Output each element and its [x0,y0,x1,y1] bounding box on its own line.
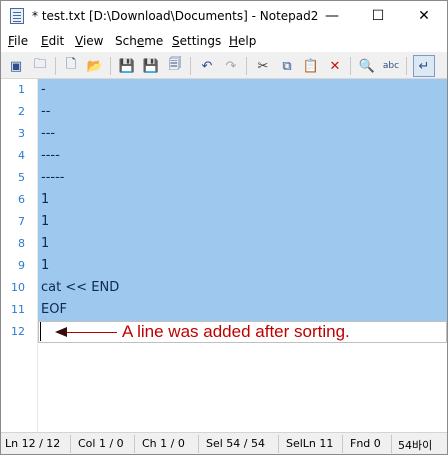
line-text[interactable]: EOF [38,299,447,321]
status-bar: Ln 12 / 12 Col 1 / 0 Ch 1 / 0 Sel 54 / 5… [1,432,447,454]
editor-line[interactable]: 91 [1,255,447,277]
menu-settings[interactable]: Settings [172,34,221,48]
toolbar-separator [110,57,111,75]
editor-line[interactable]: 1- [1,79,447,101]
save-as-icon[interactable]: 💾 [140,55,162,77]
editor-line[interactable]: 71 [1,211,447,233]
editor-line[interactable]: 2 -- [1,101,447,123]
undo-icon[interactable]: ↶ [196,55,218,77]
annotation-text: A line was added after sorting. [122,322,350,341]
line-number: 2 [18,105,25,118]
find-icon[interactable]: 🔍 [356,55,378,77]
cut-icon[interactable]: ✂ [252,55,274,77]
editor-line[interactable]: 5 ----- [1,167,447,189]
menu-bar: File Edit View Scheme Settings Help [1,32,447,52]
status-divider [342,435,343,453]
editor-line[interactable]: 3 --- [1,123,447,145]
menu-view[interactable]: View [75,34,103,48]
editor-area[interactable]: 1-2 -- 3 --- 4 ---- 5 ----- 6 1 7 1 8 1 9 1 10 cat << END… [1,79,447,432]
new-window-icon[interactable]: ▣ [5,55,27,77]
toolbar-separator [190,57,191,75]
maximize-button[interactable]: ☐ [355,1,401,32]
text-caret [40,322,41,341]
save-all-icon[interactable]: 🗐 [164,55,186,77]
menu-file[interactable]: File [8,34,28,48]
status-divider [391,435,392,453]
line-number: 7 [18,215,25,228]
status-divider [134,435,135,453]
editor-line[interactable]: 10 cat << END [1,277,447,299]
copy-icon[interactable]: ⧉ [276,55,298,77]
redo-icon[interactable]: ↷ [220,55,242,77]
status-divider [198,435,199,453]
delete-icon[interactable]: ✕ [324,55,346,77]
save-icon[interactable]: 💾 [116,55,138,77]
word-wrap-icon[interactable]: ↵ [413,55,435,77]
menu-scheme[interactable]: Scheme [115,34,163,48]
line-number: 10 [11,281,25,294]
window-title: * test.txt [D:\Download\Documents] - Not… [32,9,319,23]
title-bar[interactable]: * test.txt [D:\Download\Documents] - Not… [1,1,447,32]
line-text[interactable]: 1 [38,211,447,233]
status-divider [278,435,279,453]
status-char: Ch 1 / 0 [142,437,185,450]
toolbar-separator [406,57,407,75]
status-size: 54바이 [398,439,433,452]
status-find-count: Fnd 0 [350,437,381,450]
line-number: 9 [18,259,25,272]
line-number: 12 [11,325,25,338]
editor-line[interactable]: 61 [1,189,447,211]
line-text[interactable]: ---- [38,145,447,167]
replace-icon[interactable]: abc [380,55,402,77]
toolbar-separator [350,57,351,75]
line-number: 11 [11,303,25,316]
line-text[interactable]: - [38,79,447,101]
line-text[interactable]: cat << END [38,277,447,299]
toolbar-separator [246,57,247,75]
toolbar: ▣ 🗀 🗋 📂 💾 💾 🗐 ↶ ↷ ✂ ⧉ 📋 ✕ 🔍 abc ↵ [1,52,447,79]
line-text[interactable]: --- [38,123,447,145]
line-number: 1 [18,83,25,96]
status-column: Col 1 / 0 [78,437,124,450]
line-number: 6 [18,193,25,206]
line-number: 5 [18,171,25,184]
toolbar-separator [55,57,56,75]
line-text[interactable]: 1 [38,189,447,211]
notepad-app-icon[interactable] [10,8,24,24]
line-text[interactable]: ----- [38,167,447,189]
status-line: Ln 12 / 12 [5,437,61,450]
line-number: 3 [18,127,25,140]
status-divider [70,435,71,453]
browse-icon[interactable]: 🗀 [29,55,51,77]
menu-edit[interactable]: Edit [41,34,64,48]
line-number: 8 [18,237,25,250]
arrow-line [67,332,117,333]
open-file-icon[interactable]: 📂 [84,55,106,77]
minimize-button[interactable]: — [309,1,355,32]
editor-line[interactable]: 81 [1,233,447,255]
editor-line[interactable]: 11 EOF [1,299,447,321]
paste-icon[interactable]: 📋 [300,55,322,77]
notepad2-window: * test.txt [D:\Download\Documents] - Not… [0,0,448,455]
status-selected-lines: SelLn 11 [286,437,334,450]
line-text[interactable]: 1 [38,255,447,277]
editor-line[interactable]: 4 ---- [1,145,447,167]
new-file-icon[interactable]: 🗋 [60,55,82,77]
status-selection: Sel 54 / 54 [206,437,265,450]
close-button[interactable]: ✕ [401,1,447,32]
line-text[interactable]: 1 [38,233,447,255]
line-number: 4 [18,149,25,162]
menu-help[interactable]: Help [229,34,256,48]
line-text[interactable]: -- [38,101,447,123]
arrow-head-icon [55,327,67,337]
